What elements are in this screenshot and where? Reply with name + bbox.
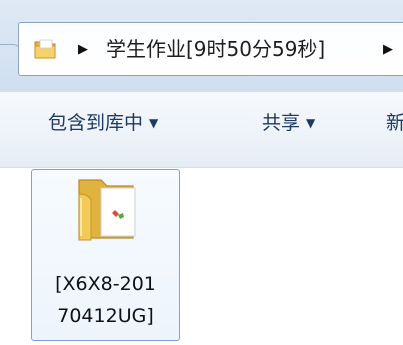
folder-item[interactable]: [X6X8-201 70412UG]: [31, 169, 180, 341]
address-band: ▶ 学生作业[9时50分59秒] ▶: [0, 0, 403, 92]
dropdown-arrow-icon: ▼: [306, 116, 316, 130]
include-in-library-button[interactable]: 包含到库中 ▼: [48, 108, 158, 138]
folder-name-line-2: 70412UG]: [57, 305, 154, 327]
share-label: 共享: [262, 112, 301, 134]
folder-icon: [78, 179, 136, 241]
folder-name-line-1: [X6X8-201: [55, 273, 156, 295]
chevron-right-icon[interactable]: ▶: [383, 40, 395, 60]
dropdown-arrow-icon: ▼: [149, 116, 159, 130]
share-button[interactable]: 共享 ▼: [262, 108, 315, 138]
include-in-library-label: 包含到库中: [48, 112, 144, 134]
chevron-right-icon[interactable]: ▶: [78, 40, 90, 60]
command-bar: 包含到库中 ▼ 共享 ▼ 新: [0, 92, 403, 168]
breadcrumb-current[interactable]: 学生作业[9时50分59秒]: [106, 35, 325, 63]
new-folder-button[interactable]: 新: [386, 108, 403, 138]
folder-icon: [34, 39, 56, 59]
new-folder-label: 新: [386, 112, 403, 134]
